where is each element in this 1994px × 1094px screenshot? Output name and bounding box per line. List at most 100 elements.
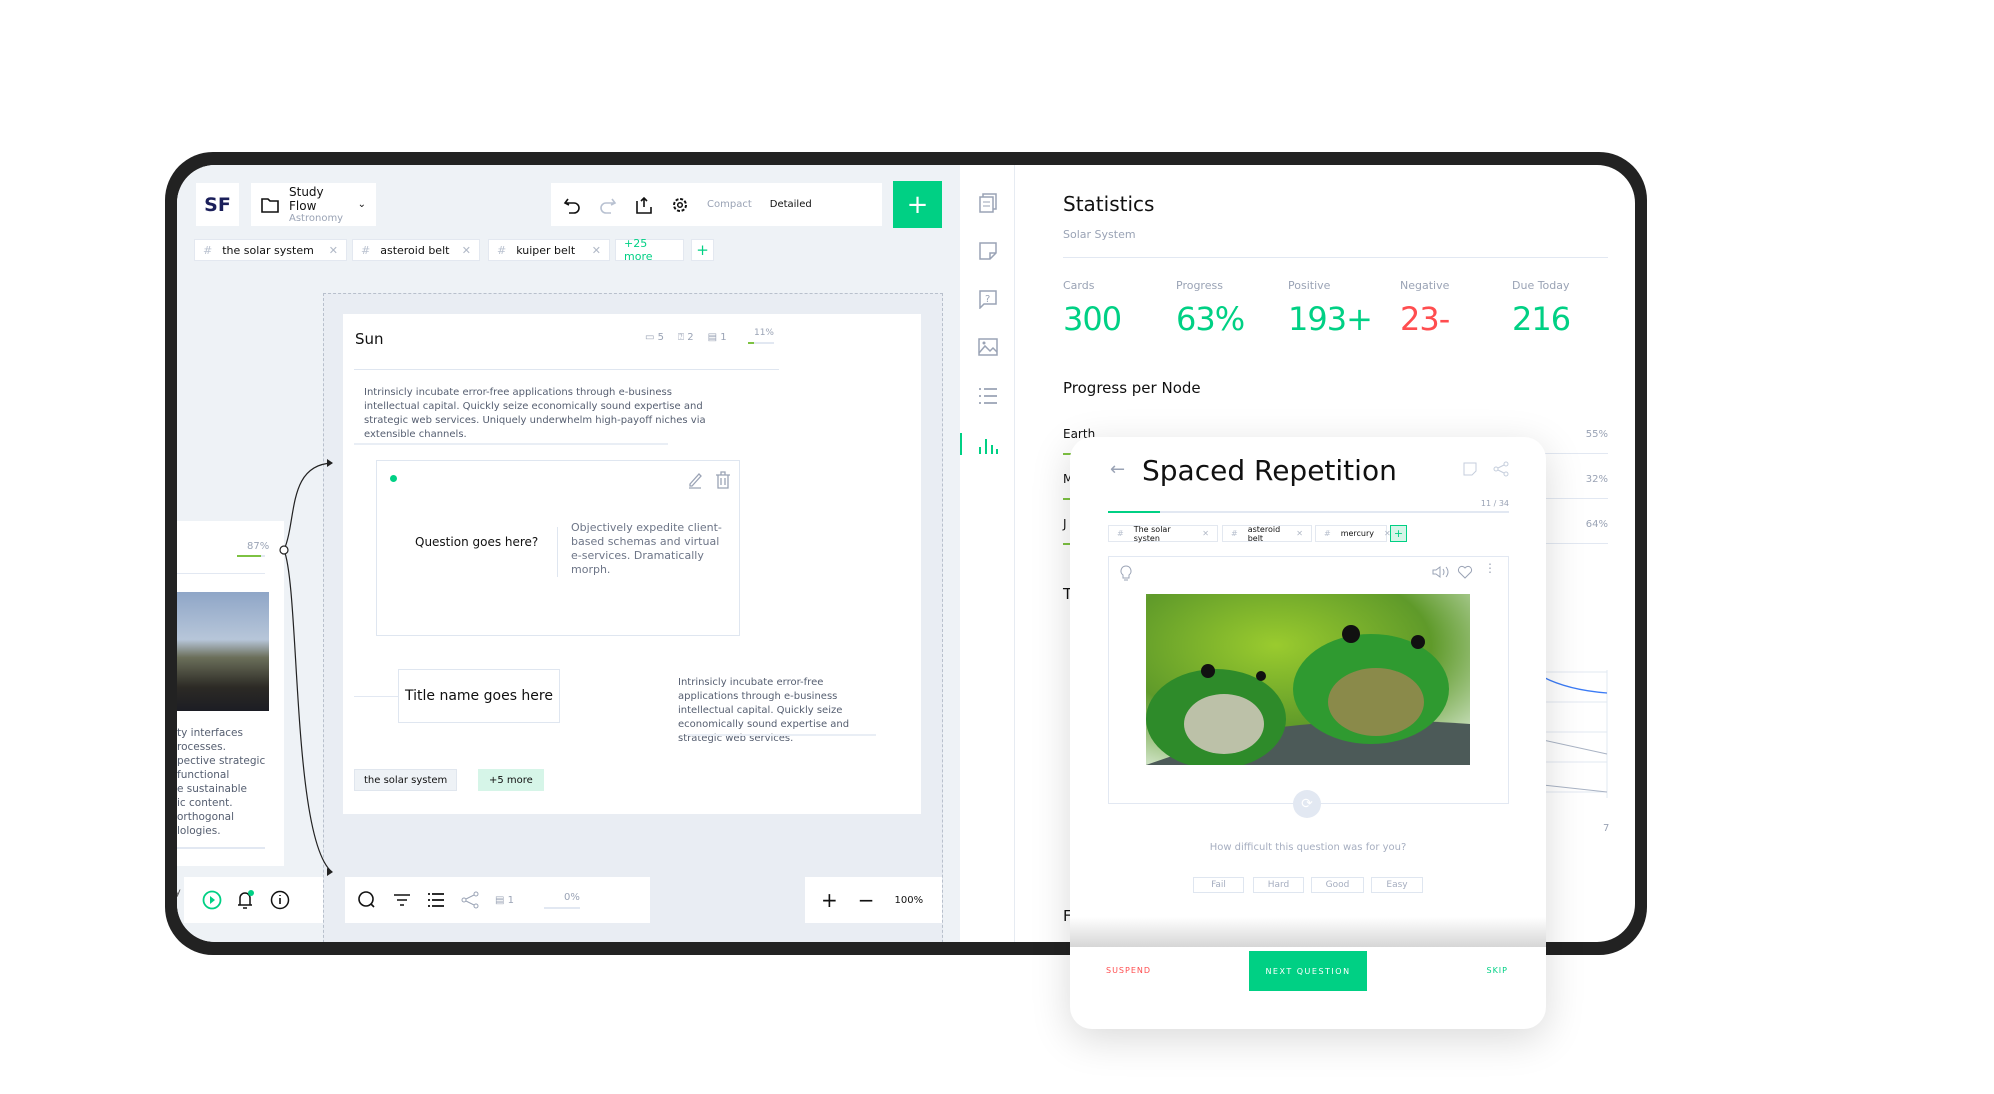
trash-icon[interactable] bbox=[715, 471, 731, 489]
svg-text:?: ? bbox=[985, 294, 990, 305]
divider bbox=[687, 734, 876, 736]
search-icon[interactable] bbox=[357, 890, 377, 910]
rating-fail-button[interactable]: Fail bbox=[1193, 877, 1244, 893]
rating-hard-button[interactable]: Hard bbox=[1253, 877, 1304, 893]
modal-tag[interactable]: # asteroid belt ✕ bbox=[1222, 525, 1312, 543]
footer-shadow bbox=[1070, 917, 1546, 947]
child-node-title[interactable]: Title name goes here bbox=[398, 669, 560, 723]
kpi-negative-value: 23- bbox=[1400, 300, 1450, 338]
cards-icon[interactable] bbox=[978, 193, 998, 213]
gear-icon[interactable] bbox=[671, 196, 689, 214]
stats-subtitle: Solar System bbox=[1063, 228, 1136, 241]
icon-sidebar: ? bbox=[960, 165, 1015, 942]
add-tag-button[interactable]: + bbox=[691, 239, 714, 261]
speaker-icon[interactable] bbox=[1432, 565, 1450, 579]
question-icon[interactable]: ? bbox=[978, 289, 998, 309]
app-logo[interactable]: SF bbox=[196, 183, 239, 226]
share-export-icon[interactable] bbox=[635, 196, 653, 214]
answer-text: Objectively expedite client-based schema… bbox=[571, 521, 722, 576]
node-tag[interactable]: the solar system bbox=[354, 769, 458, 791]
detailed-view-toggle[interactable]: Detailed bbox=[770, 199, 812, 210]
more-options-icon[interactable]: ⋮ bbox=[1484, 561, 1496, 575]
chevron-down-icon: ⌄ bbox=[357, 199, 366, 210]
node-progress-percent: 87% bbox=[247, 541, 270, 552]
node-tags-more[interactable]: +5 more bbox=[478, 769, 544, 791]
skip-button[interactable]: SKIP bbox=[1468, 966, 1508, 975]
filter-icon[interactable] bbox=[393, 893, 411, 907]
status-dot bbox=[390, 475, 397, 482]
filter-tag[interactable]: # asteroid belt ✕ bbox=[352, 239, 480, 261]
kpi-label: Progress bbox=[1176, 279, 1223, 292]
project-name: Study Flow bbox=[289, 185, 324, 213]
add-node-button[interactable]: + bbox=[893, 181, 942, 228]
modal-tag[interactable]: # The solar systen ✕ bbox=[1108, 525, 1218, 543]
toolbar: Compact Detailed bbox=[551, 183, 882, 226]
progress-per-node-title: Progress per Node bbox=[1063, 379, 1201, 397]
heart-icon[interactable] bbox=[1457, 565, 1473, 579]
share-nodes-icon[interactable] bbox=[461, 891, 479, 909]
filter-tag[interactable]: # kuiper belt ✕ bbox=[488, 239, 610, 261]
close-icon[interactable]: ✕ bbox=[329, 244, 338, 257]
chart-series-line bbox=[1543, 739, 1608, 755]
zoom-in-button[interactable]: + bbox=[821, 888, 838, 912]
modal-tag[interactable]: # mercury ✕ bbox=[1315, 525, 1391, 542]
edit-icon[interactable] bbox=[687, 471, 703, 489]
close-icon[interactable]: ✕ bbox=[1296, 529, 1303, 538]
mountain-image bbox=[177, 592, 269, 711]
image-icon[interactable] bbox=[978, 337, 998, 357]
redo-icon[interactable] bbox=[599, 196, 617, 214]
compact-view-toggle[interactable]: Compact bbox=[707, 199, 752, 210]
divider bbox=[177, 847, 265, 849]
node-progress-bar bbox=[237, 555, 265, 557]
modal-title: Spaced Repetition bbox=[1142, 454, 1397, 487]
partial-label: ty bbox=[177, 887, 181, 898]
tag-label: kuiper belt bbox=[516, 243, 576, 257]
add-tag-button[interactable]: + bbox=[1390, 525, 1407, 542]
bell-icon[interactable] bbox=[236, 890, 256, 910]
list-icon[interactable] bbox=[427, 892, 445, 908]
kpi-label: Due Today bbox=[1512, 279, 1570, 292]
cards-count: ▤ 1 bbox=[495, 894, 515, 906]
next-question-button[interactable]: NEXT QUESTION bbox=[1249, 951, 1367, 991]
close-icon[interactable]: ✕ bbox=[462, 244, 471, 257]
node-connector bbox=[279, 459, 333, 876]
cards-count: ▤ 1 bbox=[707, 332, 727, 343]
questions-count: ⍰ 2 bbox=[678, 332, 694, 343]
rating-easy-button[interactable]: Easy bbox=[1371, 877, 1423, 893]
flip-card-button[interactable]: ⟳ bbox=[1293, 790, 1321, 818]
note-icon[interactable] bbox=[1463, 462, 1477, 476]
spaced-repetition-modal: ← Spaced Repetition 11 / 34 # The solar s… bbox=[1070, 437, 1546, 1029]
node-toolbar: ▤ 1 0% bbox=[345, 877, 650, 923]
suspend-button[interactable]: SUSPEND bbox=[1106, 966, 1151, 975]
note-icon[interactable] bbox=[978, 241, 998, 261]
more-tags-button[interactable]: +25 more bbox=[615, 237, 684, 263]
node-progress-bar bbox=[748, 342, 774, 344]
node-title: Sun bbox=[355, 330, 384, 348]
close-icon[interactable]: ✕ bbox=[592, 244, 601, 257]
list-icon[interactable] bbox=[978, 387, 998, 405]
trend-chart bbox=[1543, 670, 1608, 798]
undo-icon[interactable] bbox=[563, 196, 581, 214]
session-progress-bar bbox=[1108, 511, 1509, 513]
flashcard[interactable]: ⋮ bbox=[1108, 556, 1509, 804]
info-icon[interactable] bbox=[270, 890, 290, 910]
statistics-icon[interactable] bbox=[978, 435, 998, 455]
sibling-node-card[interactable]: 87% ty interfaces rocesses. pective strate… bbox=[177, 521, 284, 866]
divider bbox=[177, 573, 265, 574]
question-card[interactable]: Question goes here? Objectively expedite… bbox=[376, 460, 740, 636]
zoom-out-button[interactable]: − bbox=[858, 888, 875, 912]
rating-good-button[interactable]: Good bbox=[1311, 877, 1364, 893]
back-arrow-icon[interactable]: ← bbox=[1110, 459, 1125, 480]
node-card-sun[interactable]: Sun ▭ 5 ⍰ 2 ▤ 1 11% Intrinsicly incubate… bbox=[343, 314, 921, 814]
kpi-label: Cards bbox=[1063, 279, 1095, 292]
tag-label: asteroid belt bbox=[380, 243, 450, 257]
project-selector[interactable]: Study Flow Astronomy ⌄ bbox=[251, 183, 376, 226]
close-icon[interactable]: ✕ bbox=[1202, 529, 1209, 538]
kpi-cards-value: 300 bbox=[1063, 300, 1122, 338]
progress-percent: 0% bbox=[544, 892, 580, 909]
lightbulb-icon[interactable] bbox=[1119, 565, 1133, 581]
node-pct: 32% bbox=[1585, 474, 1608, 485]
filter-tag[interactable]: # the solar system ✕ bbox=[194, 239, 347, 261]
play-icon[interactable] bbox=[202, 890, 222, 910]
share-icon[interactable] bbox=[1493, 461, 1509, 477]
